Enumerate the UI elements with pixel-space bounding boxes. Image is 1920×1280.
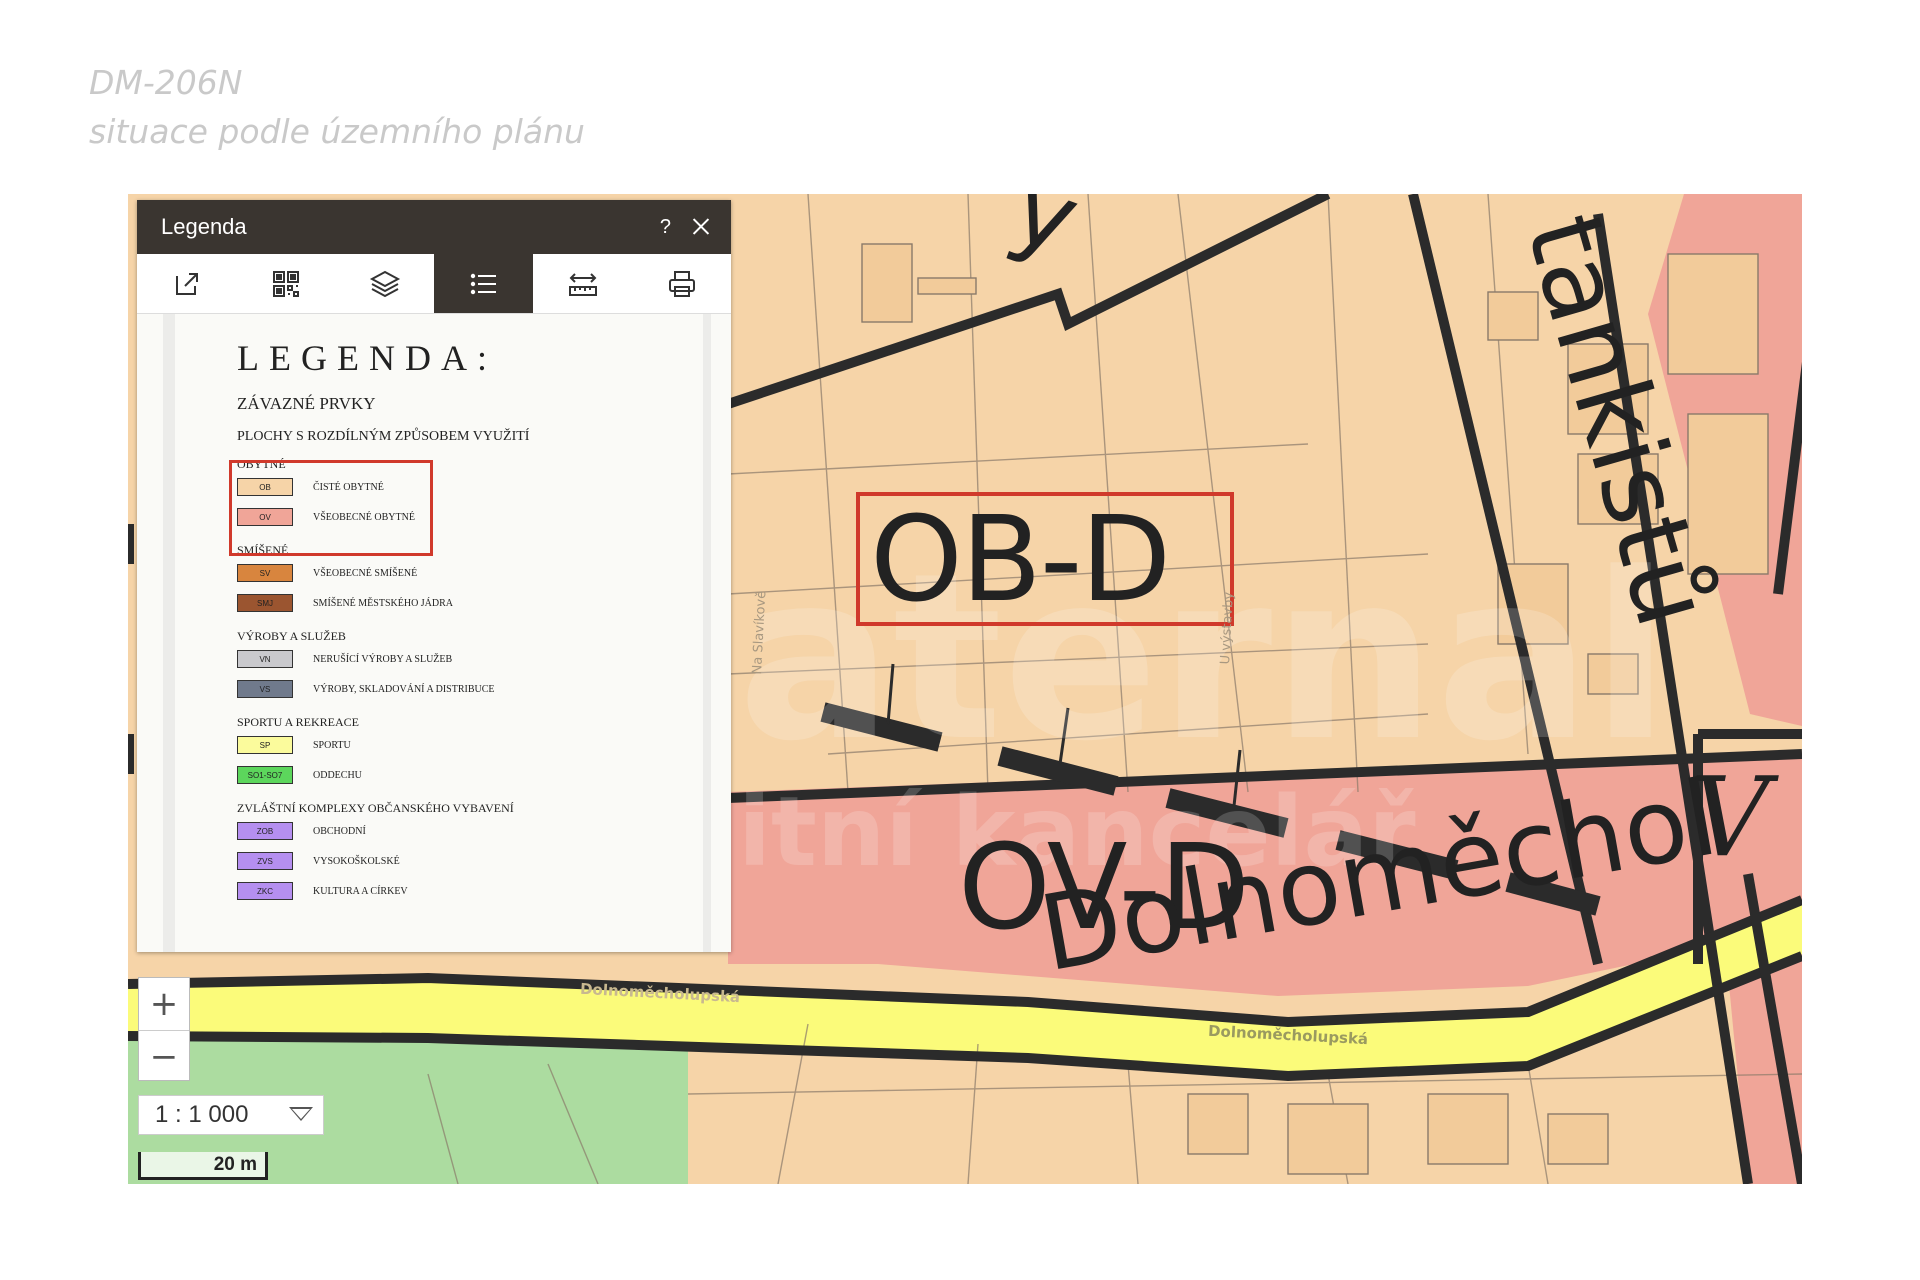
legend-highlight-box	[229, 460, 433, 556]
legend-item-label: SMÍŠENÉ MĚSTSKÉHO JÁDRA	[313, 597, 454, 609]
legend-scrollbar-left	[163, 314, 175, 952]
zoom-in-button[interactable]: +	[139, 978, 189, 1030]
legend-group-title: SPORTU A REKREACE	[237, 715, 359, 729]
legend-body[interactable]: LEGENDA: ZÁVAZNÉ PRVKY PLOCHY S ROZDÍLNÝ…	[137, 314, 731, 952]
legend-subsection-title: PLOCHY S ROZDÍLNÝM ZPŮSOBEM VYUŽITÍ	[237, 429, 530, 444]
zone-highlight-box	[856, 492, 1234, 626]
legend-swatch: ZVS	[237, 852, 293, 870]
legend-item-label: VYSOKOŠKOLSKÉ	[313, 855, 400, 867]
legend-swatch: SO1-SO7	[237, 766, 293, 784]
legend-list-button[interactable]	[434, 254, 533, 313]
legend-titlebar: Legenda ?	[137, 200, 731, 254]
print-button[interactable]	[632, 254, 731, 313]
legend-swatch: VN	[237, 650, 293, 668]
print-icon	[668, 270, 695, 297]
legend-item-label: NERUŠÍCÍ VÝROBY A SLUŽEB	[313, 653, 453, 665]
map-view[interactable]: maternal realitní kancelář y tankistů V …	[128, 194, 1802, 1184]
legend-swatch: ZOB	[237, 822, 293, 840]
qr-code-icon	[272, 270, 299, 297]
close-icon[interactable]	[689, 214, 713, 238]
legend-item-label: KULTURA A CÍRKEV	[313, 885, 408, 897]
legend-panel: Legenda ? LEGENDA: ZÁVAZNÉ PRVKY PLOCHY …	[137, 200, 731, 952]
legend-heading: LEGENDA:	[237, 338, 497, 378]
legend-item: SMJ SMÍŠENÉ MĚSTSKÉHO JÁDRA	[237, 588, 677, 618]
legend-item: ZKC KULTURA A CÍRKEV	[237, 876, 677, 906]
legend-content: LEGENDA: ZÁVAZNÉ PRVKY PLOCHY S ROZDÍLNÝ…	[237, 336, 677, 906]
legend-item: ZVS VYSOKOŠKOLSKÉ	[237, 846, 677, 876]
layers-button[interactable]	[335, 254, 434, 313]
legend-item: ZOB OBCHODNÍ	[237, 816, 677, 846]
zoom-control: + −	[138, 977, 190, 1081]
zoom-out-button[interactable]: −	[139, 1030, 189, 1082]
legend-title: Legenda	[161, 214, 247, 239]
legend-toolbar	[137, 254, 731, 314]
share-button[interactable]	[137, 254, 236, 313]
legend-item: VS VÝROBY, SKLADOVÁNÍ A DISTRIBUCE	[237, 674, 677, 704]
legend-scrollbar[interactable]	[703, 314, 711, 952]
legend-item-label: ODDECHU	[313, 769, 362, 781]
qr-code-button[interactable]	[236, 254, 335, 313]
legend-swatch: SP	[237, 736, 293, 754]
legend-item: VN NERUŠÍCÍ VÝROBY A SLUŽEB	[237, 644, 677, 674]
scale-bar-label: 20 m	[213, 1153, 257, 1175]
legend-item: SO1-SO7 ODDECHU	[237, 760, 677, 790]
legend-swatch: VS	[237, 680, 293, 698]
legend-item-label: VŠEOBECNÉ SMÍŠENÉ	[313, 567, 418, 579]
legend-swatch: SV	[237, 564, 293, 582]
legend-item-label: OBCHODNÍ	[313, 825, 366, 837]
legend-section-title: ZÁVAZNÉ PRVKY	[237, 394, 376, 413]
chevron-down-icon	[289, 1107, 313, 1121]
legend-item: SP SPORTU	[237, 730, 677, 760]
scale-bar: 20 m	[138, 1152, 268, 1180]
measure-icon	[568, 272, 597, 296]
legend-swatch: ZKC	[237, 882, 293, 900]
measure-button[interactable]	[533, 254, 632, 313]
legend-item: SV VŠEOBECNÉ SMÍŠENÉ	[237, 558, 677, 588]
legend-item-label: VÝROBY, SKLADOVÁNÍ A DISTRIBUCE	[313, 683, 495, 695]
help-button[interactable]: ?	[660, 216, 671, 239]
scale-select[interactable]: 1 : 1 000	[138, 1095, 324, 1135]
list-icon	[470, 273, 496, 294]
drawing-subtitle: situace podle územního plánu	[89, 112, 585, 151]
legend-group-title: ZVLÁŠTNÍ KOMPLEXY OBČANSKÉHO VYBAVENÍ	[237, 801, 514, 815]
share-icon	[175, 272, 198, 295]
legend-item-label: SPORTU	[313, 739, 351, 751]
scale-value: 1 : 1 000	[155, 1101, 249, 1128]
legend-swatch: SMJ	[237, 594, 293, 612]
drawing-number: DM-206N	[89, 63, 243, 102]
page-heading: DM-206N situace podle územního plánu	[89, 58, 585, 156]
layers-icon	[369, 270, 400, 297]
legend-group-title: VÝROBY A SLUŽEB	[237, 629, 346, 643]
